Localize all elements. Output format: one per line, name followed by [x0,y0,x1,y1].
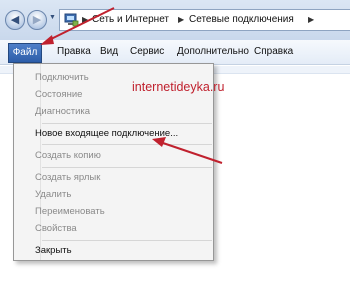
menu-item-delete[interactable]: Удалить [35,189,71,200]
back-arrow-icon[interactable]: ◀ [5,10,25,30]
breadcrumb-separator-icon: ▶ [308,15,315,24]
menu-help-label: Справка [254,46,294,57]
menu-separator [42,123,212,124]
menu-item-create-copy[interactable]: Создать копию [35,150,101,161]
menu-separator [42,144,212,145]
address-bar[interactable]: ▶ Сеть и Интернет ▶ Сетевые подключения … [59,9,350,31]
breadcrumb-separator-icon: ▶ [178,15,185,24]
menu-help[interactable]: Справка [254,46,293,57]
watermark-text: internetideyka.ru [132,80,225,94]
chevron-down-icon[interactable]: ▼ [49,14,57,24]
menu-item-close[interactable]: Закрыть [35,245,72,256]
forward-arrow-icon[interactable]: ▶ [27,10,47,30]
breadcrumb-separator-icon: ▶ [82,15,89,24]
menu-tools-label: Сервис [130,46,165,57]
menu-file[interactable]: Файл [8,43,42,63]
menu-advanced[interactable]: Дополнительно [177,46,249,57]
breadcrumb-network-internet[interactable]: Сеть и Интернет [92,14,169,25]
menu-item-diagnostics[interactable]: Диагностика [35,106,90,117]
menu-view[interactable]: Вид [100,46,118,57]
menu-item-rename[interactable]: Переименовать [35,206,105,217]
address-toolbar: ◀ ▶ ▼ ▶ Сеть и Интернет ▶ Сетевые подклю… [0,0,350,40]
menu-separator [42,240,212,241]
network-folder-icon [64,13,79,27]
menu-separator [42,167,212,168]
menu-item-new-incoming-connection[interactable]: Новое входящее подключение... [35,128,178,139]
menu-edit[interactable]: Правка [57,46,91,57]
menu-view-label: Вид [100,46,119,57]
menu-item-properties[interactable]: Свойства [35,223,77,234]
menu-advanced-label: Дополнительно [177,46,249,57]
menu-item-connect[interactable]: Подключить [35,72,89,83]
menu-item-status[interactable]: Состояние [35,89,82,100]
menu-edit-label: Правка [57,46,91,57]
breadcrumb-network-connections[interactable]: Сетевые подключения [189,14,294,25]
menu-bar: Правка Вид Сервис Дополнительно Справка [0,40,350,65]
menu-item-create-shortcut[interactable]: Создать ярлык [35,172,100,183]
menu-tools[interactable]: Сервис [130,46,164,57]
